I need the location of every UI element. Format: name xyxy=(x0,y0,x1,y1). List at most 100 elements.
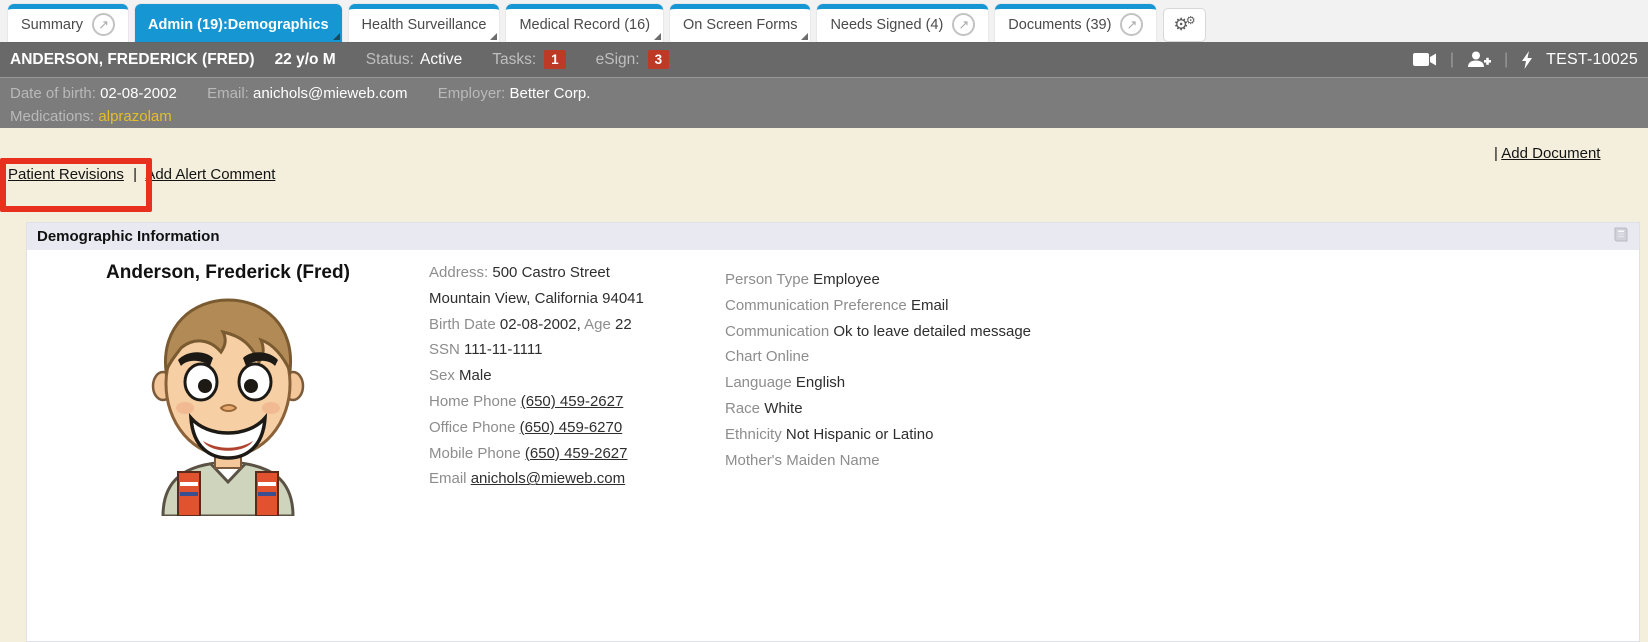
detail-row-email: Email anichols@mieweb.com xyxy=(429,466,725,492)
address-city-value: Mountain View, California 94041 xyxy=(429,290,644,307)
revision-log-book-icon[interactable] xyxy=(1612,227,1629,246)
detail-row-comm-preference: Communication Preference Email xyxy=(725,293,1639,319)
detail-row-language: Language English xyxy=(725,370,1639,396)
birthdate-label: Birth Date xyxy=(429,316,496,333)
chart-id: TEST-10025 xyxy=(1546,51,1638,69)
detail-row-office-phone: Office Phone (650) 459-6270 xyxy=(429,415,725,441)
chart-online-label: Chart Online xyxy=(725,348,809,365)
patient-avatar xyxy=(27,286,429,521)
open-new-window-icon[interactable]: ↗ xyxy=(1120,13,1143,36)
open-new-window-icon[interactable]: ↗ xyxy=(952,13,975,36)
address-label: Address: xyxy=(429,264,488,281)
medications-label: Medications: xyxy=(10,108,94,125)
esign-label[interactable]: eSign: xyxy=(596,51,640,69)
sex-label: Sex xyxy=(429,367,455,384)
tab-admin-demographics[interactable]: Admin (19):Demographics xyxy=(135,4,341,42)
tab-summary[interactable]: Summary ↗ xyxy=(8,4,128,42)
communication-preference-value: Email xyxy=(911,297,949,314)
demographic-information-panel: Demographic Information Anderson, Freder… xyxy=(26,222,1640,642)
tab-medical-record-label: Medical Record (16) xyxy=(519,17,650,33)
detail-row-communication: Communication Ok to leave detailed messa… xyxy=(725,319,1639,345)
email-value: anichols@mieweb.com xyxy=(253,85,407,102)
person-type-label: Person Type xyxy=(725,271,809,288)
divider: | xyxy=(1504,51,1508,69)
tab-needs-signed[interactable]: Needs Signed (4) ↗ xyxy=(817,4,988,42)
tasks-count-badge[interactable]: 1 xyxy=(544,50,566,69)
chevron-down-icon xyxy=(490,33,497,40)
detail-row-chart-online: Chart Online xyxy=(725,344,1639,370)
mobile-phone-label: Mobile Phone xyxy=(429,445,521,462)
detail-row-birthdate: Birth Date 02-08-2002, Age 22 xyxy=(429,312,725,338)
esign-count-badge[interactable]: 3 xyxy=(648,50,670,69)
gear-small-icon: ⚙ xyxy=(1186,14,1196,27)
tab-on-screen-forms[interactable]: On Screen Forms xyxy=(670,4,810,42)
race-value: White xyxy=(764,400,802,417)
open-new-window-icon[interactable]: ↗ xyxy=(92,13,115,36)
detail-row-home-phone: Home Phone (650) 459-2627 xyxy=(429,389,725,415)
patient-header-bar: ANDERSON, FREDERICK (FRED) 22 y/o M Stat… xyxy=(0,42,1648,77)
email-row-label: Email xyxy=(429,470,467,487)
tab-admin-label: Admin (19):Demographics xyxy=(148,17,328,33)
age-value: 22 xyxy=(615,316,632,333)
status-label: Status: xyxy=(366,51,414,69)
demographics-page: { "icons": { "external_glyph": "↗", "gea… xyxy=(0,0,1648,493)
tab-needs-signed-label: Needs Signed (4) xyxy=(830,17,943,33)
panel-header: Demographic Information xyxy=(27,223,1639,250)
status-value: Active xyxy=(420,51,462,69)
office-phone-label: Office Phone xyxy=(429,419,515,436)
detail-row-ethnicity: Ethnicity Not Hispanic or Latino xyxy=(725,422,1639,448)
external-arrow-glyph: ↗ xyxy=(958,17,969,32)
detail-row-sex: Sex Male xyxy=(429,363,725,389)
detail-row-mothers-maiden-name: Mother's Maiden Name xyxy=(725,448,1639,474)
tab-on-screen-forms-label: On Screen Forms xyxy=(683,17,797,33)
language-value: English xyxy=(796,374,845,391)
ssn-value: 111-11-1111 xyxy=(464,341,542,358)
external-arrow-glyph: ↗ xyxy=(98,17,109,32)
medications-value[interactable]: alprazolam xyxy=(98,108,171,125)
contact-details-column: Address: 500 Castro Street Mountain View… xyxy=(429,258,725,521)
video-camera-icon[interactable] xyxy=(1413,52,1437,67)
communication-value: Ok to leave detailed message xyxy=(833,323,1031,340)
tab-medical-record[interactable]: Medical Record (16) xyxy=(506,4,663,42)
office-phone-link[interactable]: (650) 459-6270 xyxy=(520,419,623,436)
add-document-link[interactable]: Add Document xyxy=(1501,145,1600,162)
employer-value: Better Corp. xyxy=(510,85,591,102)
communication-label: Communication xyxy=(725,323,829,340)
ssn-label: SSN xyxy=(429,341,460,358)
patient-info-bar: Date of birth: 02-08-2002 Email: anichol… xyxy=(0,77,1648,128)
detail-row-race: Race White xyxy=(725,396,1639,422)
race-label: Race xyxy=(725,400,760,417)
add-patient-icon[interactable] xyxy=(1467,51,1491,68)
patient-revisions-link[interactable]: Patient Revisions xyxy=(8,166,124,183)
patient-display-name: Anderson, Frederick (Fred) xyxy=(27,262,429,284)
mobile-phone-link[interactable]: (650) 459-2627 xyxy=(525,445,628,462)
divider: | xyxy=(1450,51,1454,69)
address-value: 500 Castro Street xyxy=(492,264,610,281)
email-row-link[interactable]: anichols@mieweb.com xyxy=(471,470,625,487)
add-alert-comment-link[interactable]: Add Alert Comment xyxy=(145,166,275,183)
tasks-label[interactable]: Tasks: xyxy=(492,51,536,69)
external-arrow-glyph: ↗ xyxy=(1127,17,1138,32)
action-links-row: Patient Revisions | Add Alert Comment xyxy=(8,166,275,183)
workspace: | Add Document Patient Revisions | Add A… xyxy=(0,128,1648,493)
person-type-value: Employee xyxy=(813,271,880,288)
settings-gear-button[interactable]: ⚙ ⚙ xyxy=(1163,8,1205,42)
language-label: Language xyxy=(725,374,792,391)
tab-summary-label: Summary xyxy=(21,17,83,33)
home-phone-link[interactable]: (650) 459-2627 xyxy=(521,393,624,410)
sex-value: Male xyxy=(459,367,492,384)
employer-label: Employer: xyxy=(438,85,506,102)
ethnicity-label: Ethnicity xyxy=(725,426,782,443)
lightning-bolt-icon[interactable] xyxy=(1521,51,1533,69)
tab-documents[interactable]: Documents (39) ↗ xyxy=(995,4,1156,42)
email-label: Email: xyxy=(207,85,249,102)
tab-health-surveillance-label: Health Surveillance xyxy=(362,17,487,33)
detail-row-address: Address: 500 Castro Street xyxy=(429,260,725,286)
patient-photo-column: Anderson, Frederick (Fred) xyxy=(27,258,429,521)
patient-header-actions: | | TEST-10025 xyxy=(1413,51,1638,69)
tab-bar: Summary ↗ Admin (19):Demographics Health… xyxy=(0,0,1648,42)
dob-value: 02-08-2002 xyxy=(100,85,177,102)
chevron-down-icon xyxy=(801,33,808,40)
tab-health-surveillance[interactable]: Health Surveillance xyxy=(349,4,500,42)
age-label: Age xyxy=(584,316,611,333)
